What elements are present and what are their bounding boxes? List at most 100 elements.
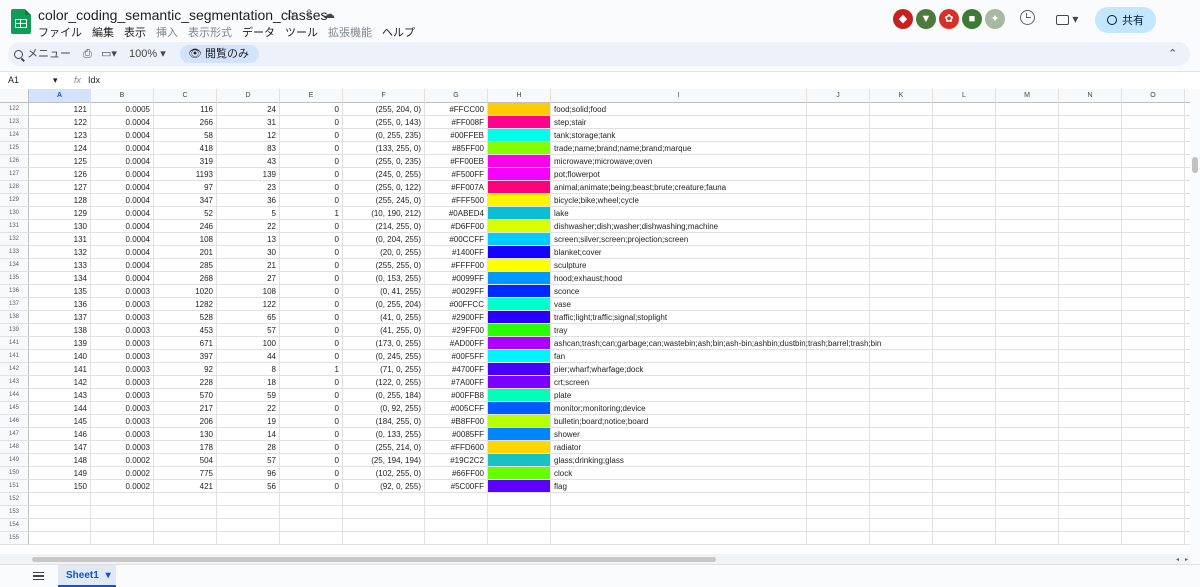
cell-e[interactable]: 0: [280, 376, 343, 389]
cell-c[interactable]: 1282: [154, 298, 217, 311]
cell-e[interactable]: 0: [280, 181, 343, 194]
cell-i[interactable]: screen;silver;screen;projection;screen: [551, 233, 807, 246]
cell-a[interactable]: 139: [29, 337, 91, 350]
cell-k[interactable]: [870, 272, 933, 285]
cell-m[interactable]: [996, 363, 1059, 376]
cell-e[interactable]: [280, 493, 343, 506]
cell-b[interactable]: 0.0002: [91, 467, 154, 480]
cell-m[interactable]: [996, 285, 1059, 298]
cell-i[interactable]: tray: [551, 324, 807, 337]
row-header[interactable]: 134: [0, 259, 29, 272]
cell-e[interactable]: 0: [280, 467, 343, 480]
row-header[interactable]: 132: [0, 233, 29, 246]
cell-l[interactable]: [933, 142, 996, 155]
row-header[interactable]: 138: [0, 311, 29, 324]
cell-g[interactable]: #FFF500: [425, 194, 488, 207]
cell-f[interactable]: (0, 133, 255): [343, 428, 425, 441]
cell-i[interactable]: dishwasher;dish;washer;dishwashing;machi…: [551, 220, 807, 233]
cell-g[interactable]: #00CCFF: [425, 233, 488, 246]
cell-o[interactable]: [1122, 428, 1185, 441]
cell-e[interactable]: 0: [280, 129, 343, 142]
row-header[interactable]: 143: [0, 376, 29, 389]
cell-l[interactable]: [933, 155, 996, 168]
cell-a[interactable]: 138: [29, 324, 91, 337]
cell-d[interactable]: [217, 493, 280, 506]
cell-n[interactable]: [1059, 259, 1122, 272]
cell-c[interactable]: 671: [154, 337, 217, 350]
row-header[interactable]: 153: [0, 506, 29, 519]
cell-k[interactable]: [870, 259, 933, 272]
menu-insert[interactable]: 挿入: [156, 24, 178, 40]
cell-e[interactable]: [280, 532, 343, 545]
cell-j[interactable]: [807, 298, 870, 311]
cell-b[interactable]: 0.0003: [91, 285, 154, 298]
cell-d[interactable]: 57: [217, 324, 280, 337]
cell-n[interactable]: [1059, 402, 1122, 415]
row-header[interactable]: 155: [0, 532, 29, 545]
cell-l[interactable]: [933, 376, 996, 389]
cell-a[interactable]: [29, 493, 91, 506]
menu-help[interactable]: ヘルプ: [382, 24, 415, 40]
cell-m[interactable]: [996, 454, 1059, 467]
paint-format-icon[interactable]: ▭▾: [101, 42, 117, 66]
cell-a[interactable]: 147: [29, 441, 91, 454]
cell-c[interactable]: [154, 506, 217, 519]
cell-o[interactable]: [1122, 441, 1185, 454]
cell-l[interactable]: [933, 220, 996, 233]
column-header-n[interactable]: N: [1059, 89, 1122, 103]
cell-i[interactable]: traffic;light;traffic;signal;stoplight: [551, 311, 807, 324]
cell-n[interactable]: [1059, 441, 1122, 454]
cell-i[interactable]: bulletin;board;notice;board: [551, 415, 807, 428]
cell-e[interactable]: 0: [280, 259, 343, 272]
cell-o[interactable]: [1122, 207, 1185, 220]
cell-d[interactable]: [217, 506, 280, 519]
cell-o[interactable]: [1122, 272, 1185, 285]
cell-f[interactable]: (255, 0, 122): [343, 181, 425, 194]
cell-c[interactable]: 92: [154, 363, 217, 376]
cell-n[interactable]: [1059, 415, 1122, 428]
row-header[interactable]: 147: [0, 428, 29, 441]
cell-e[interactable]: [280, 519, 343, 532]
color-swatch-cell[interactable]: [488, 480, 551, 493]
cell-d[interactable]: 5: [217, 207, 280, 220]
cell-k[interactable]: [870, 233, 933, 246]
cell-j[interactable]: [807, 285, 870, 298]
cell-g[interactable]: #00FFCC: [425, 298, 488, 311]
cell-k[interactable]: [870, 389, 933, 402]
cell-a[interactable]: 127: [29, 181, 91, 194]
cell-d[interactable]: 22: [217, 402, 280, 415]
cell-a[interactable]: 132: [29, 246, 91, 259]
cell-c[interactable]: 217: [154, 402, 217, 415]
collapse-toolbar-icon[interactable]: ⌃: [1168, 42, 1177, 66]
cell-i[interactable]: flag: [551, 480, 807, 493]
cell-f[interactable]: (173, 0, 255): [343, 337, 425, 350]
cell-n[interactable]: [1059, 181, 1122, 194]
cell-i[interactable]: plate: [551, 389, 807, 402]
column-header-a[interactable]: A: [29, 89, 91, 103]
cell-e[interactable]: 0: [280, 441, 343, 454]
cell-b[interactable]: 0.0002: [91, 480, 154, 493]
cell-d[interactable]: 21: [217, 259, 280, 272]
cell-e[interactable]: 1: [280, 207, 343, 220]
cell-e[interactable]: [280, 506, 343, 519]
cell-c[interactable]: 397: [154, 350, 217, 363]
cell-i[interactable]: pier;wharf;wharfage;dock: [551, 363, 807, 376]
color-swatch-cell[interactable]: [488, 350, 551, 363]
cell-b[interactable]: 0.0003: [91, 376, 154, 389]
cell-l[interactable]: [933, 259, 996, 272]
color-swatch-cell[interactable]: [488, 467, 551, 480]
cell-c[interactable]: 418: [154, 142, 217, 155]
horizontal-scroll-thumb[interactable]: [32, 557, 716, 562]
cell-e[interactable]: 1: [280, 363, 343, 376]
cell-g[interactable]: #29FF00: [425, 324, 488, 337]
cell-i[interactable]: monitor;monitoring;device: [551, 402, 807, 415]
cell-a[interactable]: 143: [29, 389, 91, 402]
cell-a[interactable]: 141: [29, 363, 91, 376]
cell-g[interactable]: #F500FF: [425, 168, 488, 181]
cell-g[interactable]: #FFD600: [425, 441, 488, 454]
cell-a[interactable]: 134: [29, 272, 91, 285]
cell-i[interactable]: shower: [551, 428, 807, 441]
color-swatch-cell[interactable]: [488, 168, 551, 181]
cell-m[interactable]: [996, 220, 1059, 233]
all-sheets-menu-icon[interactable]: [33, 572, 44, 580]
